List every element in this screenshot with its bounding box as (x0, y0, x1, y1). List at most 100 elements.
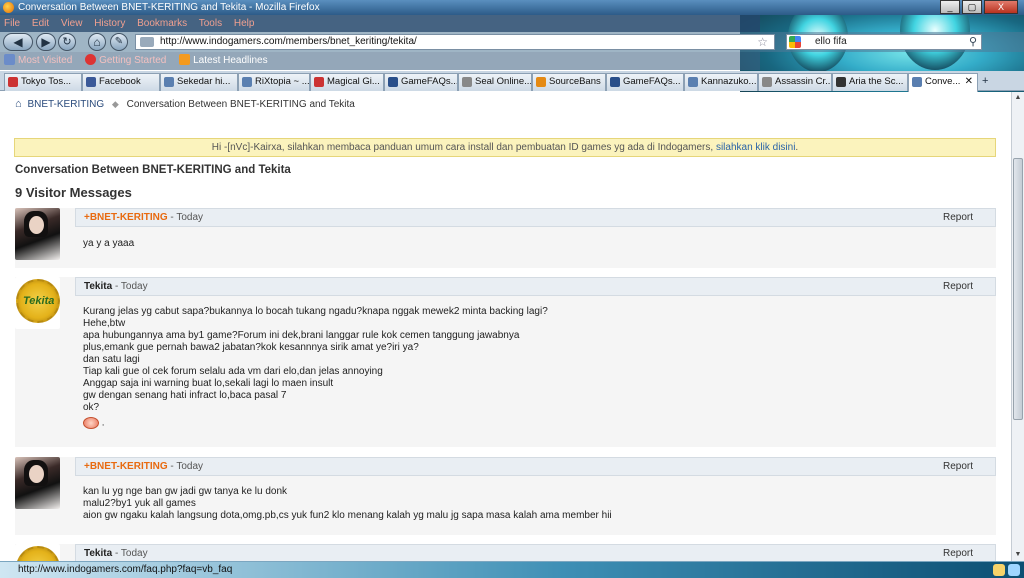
notice-text: Hi -[nVc]-Kairxa, silahkan membaca pandu… (211, 142, 714, 153)
bookmark-menu-icon[interactable]: ✎ (110, 33, 128, 51)
bookmark-folder-icon (4, 54, 15, 65)
window-controls: _ ▢ X (940, 0, 1018, 14)
rss-icon (179, 54, 191, 65)
tab-favicon-icon (762, 77, 772, 87)
report-link[interactable]: Report (943, 278, 973, 295)
breadcrumb: ⌂ BNET-KERITING ◆ Conversation Between B… (15, 98, 355, 110)
search-icon[interactable]: ⚲ (969, 35, 977, 49)
bookmark-latest-headlines[interactable]: Latest Headlines (179, 54, 268, 66)
smiley-line: . (83, 417, 548, 430)
menu-tools[interactable]: Tools (199, 18, 222, 29)
message-header: Tekita - Today Report (75, 544, 996, 561)
navigation-toolbar: ◀ ▶ ↻ ⌂ ✎ http://www.indogamers.com/memb… (0, 32, 1024, 52)
back-button[interactable]: ◀ (3, 33, 33, 51)
notice-end: . (795, 142, 799, 153)
search-box[interactable]: ello fifa ⚲ (786, 34, 982, 50)
menu-bookmarks[interactable]: Bookmarks (137, 18, 187, 29)
bookmarks-toolbar: Most Visited Getting Started Latest Head… (0, 52, 760, 70)
page-title: Conversation Between BNET-KERITING and T… (15, 164, 291, 176)
message-header: +BNET-KERITING - Today Report (75, 208, 996, 227)
notice-banner: Hi -[nVc]-Kairxa, silahkan membaca pandu… (14, 138, 996, 157)
google-engine-icon[interactable] (789, 36, 801, 48)
bookmark-getting-started[interactable]: Getting Started (85, 54, 166, 66)
url-text: http://www.indogamers.com/members/bnet_k… (160, 36, 417, 47)
report-link[interactable]: Report (943, 458, 973, 475)
home-icon[interactable]: ⌂ (88, 33, 106, 51)
visitor-message: +BNET-KERITING - Today Report ya y a yaa… (15, 208, 996, 268)
scroll-down-icon[interactable]: ▼ (1012, 549, 1024, 561)
tab-8[interactable]: GameFAQs... (606, 73, 684, 91)
tab-4[interactable]: Magical Gi... (310, 73, 384, 91)
close-tab-icon[interactable]: ✕ (965, 74, 973, 90)
tab-9[interactable]: Kannazuko... (684, 73, 758, 91)
visitor-message: Tekita Tekita - Today Report Kurang jela… (15, 277, 996, 447)
tab-favicon-icon (462, 77, 472, 87)
maximize-button[interactable]: ▢ (962, 0, 982, 14)
menu-bar: File Edit View History Bookmarks Tools H… (0, 15, 760, 32)
addon-icon[interactable] (993, 564, 1005, 576)
menu-file[interactable]: File (4, 18, 20, 29)
message-time: - Today (170, 461, 204, 472)
breadcrumb-separator-icon: ◆ (111, 99, 119, 109)
username-link[interactable]: +BNET-KERITING (84, 212, 168, 223)
message-body: ya y a yaaa (83, 238, 134, 250)
tab-1[interactable]: Facebook (82, 73, 160, 91)
address-bar[interactable]: http://www.indogamers.com/members/bnet_k… (135, 34, 775, 50)
menu-help[interactable]: Help (234, 18, 255, 29)
message-line: ya y a yaaa (83, 238, 135, 249)
tab-favicon-icon (314, 77, 324, 87)
vertical-scrollbar[interactable]: ▲ ▼ (1011, 92, 1024, 561)
avatar[interactable] (15, 457, 60, 509)
window-titlebar: Conversation Between BNET-KERITING and T… (0, 0, 1024, 15)
tab-favicon-icon (688, 77, 698, 87)
tab-7[interactable]: SourceBans (532, 73, 606, 91)
tab-active[interactable]: Conve... ✕ (908, 73, 978, 92)
avatar[interactable]: Tekita (15, 544, 60, 561)
avatar[interactable] (15, 208, 60, 260)
tab-2[interactable]: Sekedar hi... (160, 73, 238, 91)
menu-view[interactable]: View (61, 18, 83, 29)
report-link[interactable]: Report (943, 545, 973, 561)
addon-icon[interactable] (1008, 564, 1020, 576)
tab-10[interactable]: Assassin Cr... (758, 73, 832, 91)
username-link[interactable]: Tekita (84, 281, 112, 292)
notice-link[interactable]: silahkan klik disini (716, 142, 795, 153)
breadcrumb-link[interactable]: BNET-KERITING (27, 99, 104, 110)
minimize-button[interactable]: _ (940, 0, 960, 14)
report-link[interactable]: Report (943, 209, 973, 226)
tab-favicon-icon (164, 77, 174, 87)
search-input-value: ello fifa (815, 36, 847, 47)
message-line: Anggap saja ini warning buat lo,sekali l… (83, 378, 334, 389)
scrollbar-thumb[interactable] (1013, 158, 1023, 420)
tab-0[interactable]: Tokyo Tos... (4, 73, 82, 91)
tab-3[interactable]: RiXtopia ~ ... (238, 73, 310, 91)
message-line: Kurang jelas yg cabut sapa?bukannya lo b… (83, 306, 548, 317)
menu-edit[interactable]: Edit (32, 18, 49, 29)
status-icons (993, 564, 1020, 576)
forward-button[interactable]: ▶ (36, 33, 56, 51)
browser-window: Conversation Between BNET-KERITING and T… (0, 0, 1024, 578)
tab-5[interactable]: GameFAQs... (384, 73, 458, 91)
home-icon[interactable]: ⌂ (15, 98, 22, 110)
reload-icon[interactable]: ↻ (58, 33, 76, 51)
message-line: ok? (83, 402, 100, 413)
bookmark-most-visited[interactable]: Most Visited (4, 54, 72, 66)
tab-favicon-icon (836, 77, 846, 87)
tab-11[interactable]: Aria the Sc... (832, 73, 908, 91)
site-identity-icon[interactable] (140, 37, 154, 47)
tab-favicon-icon (536, 77, 546, 87)
facebook-icon (86, 77, 96, 87)
tab-favicon-icon (912, 77, 922, 87)
username-link[interactable]: Tekita (84, 548, 112, 559)
message-line: dan satu lagi (83, 354, 140, 365)
bookmark-star-icon[interactable]: ☆ (757, 35, 768, 49)
new-tab-icon[interactable]: + (982, 75, 988, 87)
scroll-up-icon[interactable]: ▲ (1012, 92, 1024, 104)
close-window-button[interactable]: X (984, 0, 1018, 14)
avatar[interactable]: Tekita (15, 277, 60, 329)
tab-favicon-icon (388, 77, 398, 87)
menu-history[interactable]: History (94, 18, 125, 29)
username-link[interactable]: +BNET-KERITING (84, 461, 168, 472)
message-line: malu2?by1 yuk all games (83, 498, 196, 509)
tab-6[interactable]: Seal Online... (458, 73, 532, 91)
